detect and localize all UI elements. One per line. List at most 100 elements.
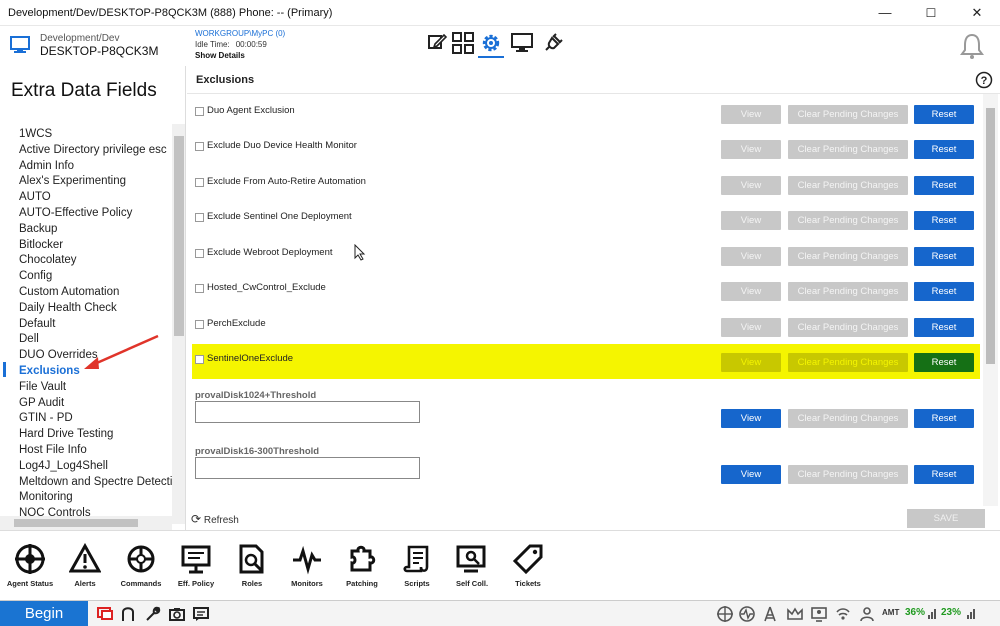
tool-button[interactable]: Roles (226, 543, 278, 588)
show-details-link[interactable]: Show Details (195, 51, 245, 60)
gear-icon[interactable] (478, 30, 504, 56)
view-button[interactable]: View (721, 318, 781, 337)
plug-icon[interactable] (540, 30, 566, 56)
heartbeat-icon[interactable] (738, 605, 756, 623)
sidebar-vertical-scrollbar[interactable] (172, 124, 185, 524)
monitor-icon[interactable] (509, 30, 535, 56)
target-status-icon[interactable] (716, 605, 734, 623)
sidebar-item[interactable]: Host File Info (0, 443, 172, 459)
sidebar-item[interactable]: Chocolatey (0, 253, 172, 269)
reset-button[interactable]: Reset (914, 247, 974, 266)
exclusion-checkbox[interactable] (195, 213, 204, 222)
reset-button[interactable]: Reset (914, 318, 974, 337)
exclusion-checkbox[interactable] (195, 355, 204, 364)
bell-icon[interactable] (960, 32, 984, 60)
help-icon[interactable]: ? (975, 71, 993, 89)
sidebar-item[interactable]: Config (0, 269, 172, 285)
tool-button[interactable]: Alerts (59, 543, 111, 588)
clear-pending-button[interactable]: Clear Pending Changes (788, 353, 908, 372)
tool-button[interactable]: Scripts (391, 543, 443, 588)
save-button[interactable]: SAVE (907, 509, 985, 528)
view-button[interactable]: View (721, 353, 781, 372)
view-button[interactable]: View (721, 105, 781, 124)
sidebar-item[interactable]: Active Directory privilege esc (0, 143, 172, 159)
clear-pending-button[interactable]: Clear Pending Changes (788, 211, 908, 230)
sidebar-scroll-thumb[interactable] (174, 136, 184, 336)
sidebar-item[interactable]: GP Audit (0, 396, 172, 412)
workgroup-link[interactable]: WORKGROUP\MyPC (0) (195, 29, 285, 38)
sidebar-item[interactable]: Admin Info (0, 159, 172, 175)
reset-button[interactable]: Reset (914, 409, 974, 428)
clear-pending-button[interactable]: Clear Pending Changes (788, 465, 908, 484)
grid-icon[interactable] (450, 30, 476, 56)
sidebar-item[interactable]: Hard Drive Testing (0, 427, 172, 443)
clear-pending-button[interactable]: Clear Pending Changes (788, 140, 908, 159)
user-icon[interactable] (858, 605, 876, 623)
sidebar-item[interactable]: AUTO (0, 190, 172, 206)
main-vertical-scrollbar[interactable] (983, 94, 998, 508)
sidebar-horizontal-scrollbar[interactable] (0, 516, 172, 530)
threshold-input[interactable] (195, 401, 420, 423)
amt-label[interactable]: AMT (882, 608, 899, 617)
exclusion-checkbox[interactable] (195, 178, 204, 187)
sidebar-item[interactable]: Backup (0, 222, 172, 238)
exclusion-checkbox[interactable] (195, 284, 204, 293)
sidebar-item[interactable]: Meltdown and Spectre Detection (0, 475, 172, 491)
clear-pending-button[interactable]: Clear Pending Changes (788, 409, 908, 428)
exclusion-checkbox[interactable] (195, 107, 204, 116)
minimize-button[interactable]: — (862, 0, 908, 26)
clear-pending-button[interactable]: Clear Pending Changes (788, 176, 908, 195)
exclusion-checkbox[interactable] (195, 320, 204, 329)
camera-icon[interactable] (168, 605, 186, 623)
tool-button[interactable]: Commands (115, 543, 167, 588)
chat-icon[interactable] (192, 605, 210, 623)
exclusion-checkbox[interactable] (195, 142, 204, 151)
sidebar-item[interactable]: Monitoring (0, 490, 172, 506)
exclusion-checkbox[interactable] (195, 249, 204, 258)
tool-button[interactable]: Eff. Policy (170, 543, 222, 588)
threshold-input[interactable] (195, 457, 420, 479)
reset-button[interactable]: Reset (914, 105, 974, 124)
remote-control-icon[interactable] (96, 605, 114, 623)
tool-button[interactable]: Self Coll. (446, 543, 498, 588)
view-button[interactable]: View (721, 140, 781, 159)
sidebar-item[interactable]: File Vault (0, 380, 172, 396)
clear-pending-button[interactable]: Clear Pending Changes (788, 247, 908, 266)
tool-button[interactable]: Patching (336, 543, 388, 588)
sidebar-item[interactable]: Bitlocker (0, 238, 172, 254)
tool-button[interactable]: Monitors (281, 543, 333, 588)
sidebar-item[interactable]: Daily Health Check (0, 301, 172, 317)
view-button[interactable]: View (721, 176, 781, 195)
sidebar-item[interactable]: Alex's Experimenting (0, 174, 172, 190)
sidebar-hscroll-thumb[interactable] (14, 519, 138, 527)
reset-button[interactable]: Reset (914, 353, 974, 372)
sidebar-item[interactable]: GTIN - PD (0, 411, 172, 427)
edit-icon[interactable] (424, 30, 450, 56)
refresh-button[interactable]: ⟳ Refresh (191, 512, 239, 526)
begin-button[interactable]: Begin (0, 601, 88, 626)
view-button[interactable]: View (721, 409, 781, 428)
reset-button[interactable]: Reset (914, 282, 974, 301)
sidebar-item[interactable]: Custom Automation (0, 285, 172, 301)
main-scroll-thumb[interactable] (986, 108, 995, 364)
view-button[interactable]: View (721, 211, 781, 230)
view-button[interactable]: View (721, 465, 781, 484)
clear-pending-button[interactable]: Clear Pending Changes (788, 105, 908, 124)
view-button[interactable]: View (721, 247, 781, 266)
sidebar-item[interactable]: 1WCS (0, 127, 172, 143)
sidebar-item[interactable]: AUTO-Effective Policy (0, 206, 172, 222)
clear-pending-button[interactable]: Clear Pending Changes (788, 318, 908, 337)
close-button[interactable]: ✕ (954, 0, 1000, 26)
tool-button[interactable]: Tickets (502, 543, 554, 588)
wifi-icon[interactable] (834, 605, 852, 623)
reset-button[interactable]: Reset (914, 140, 974, 159)
view-button[interactable]: View (721, 282, 781, 301)
clear-pending-button[interactable]: Clear Pending Changes (788, 282, 908, 301)
wrench-icon[interactable] (144, 605, 162, 623)
screen-user-icon[interactable] (810, 605, 828, 623)
crown-icon[interactable] (786, 605, 804, 623)
reset-button[interactable]: Reset (914, 176, 974, 195)
sidebar-item[interactable]: Log4J_Log4Shell (0, 459, 172, 475)
tower-icon[interactable] (762, 605, 778, 623)
maximize-button[interactable]: ☐ (908, 0, 954, 26)
